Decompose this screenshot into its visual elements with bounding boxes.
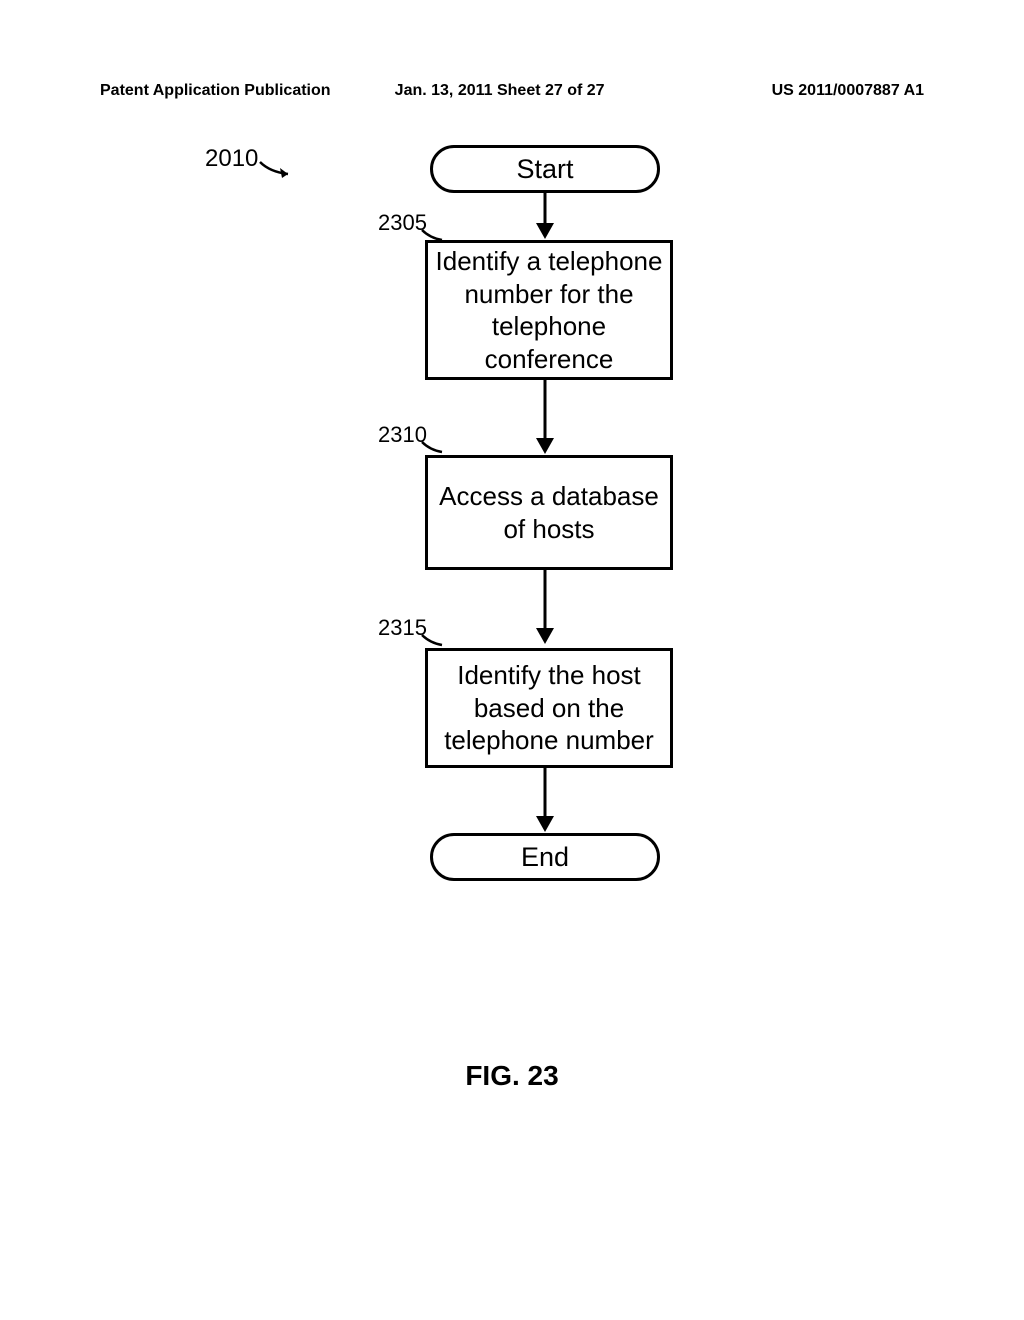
process-step-3: Identify the host based on the telephone… <box>425 648 673 768</box>
terminal-start: Start <box>430 145 660 193</box>
terminal-end: End <box>430 833 660 881</box>
process-step-1: Identify a telephone number for the tele… <box>425 240 673 380</box>
page-header: Patent Application Publication Jan. 13, … <box>0 82 1024 100</box>
step3-label: Identify the host based on the telephone… <box>428 659 670 757</box>
figure-caption: FIG. 23 <box>0 1060 1024 1092</box>
header-left: Patent Application Publication <box>100 82 365 100</box>
step2-label: Access a database of hosts <box>428 480 670 545</box>
header-right: US 2011/0007887 A1 <box>659 82 924 100</box>
header-center: Jan. 13, 2011 Sheet 27 of 27 <box>365 82 660 100</box>
process-step-2: Access a database of hosts <box>425 455 673 570</box>
ref-label-2010: 2010 <box>205 145 258 173</box>
ref-arrow-2010 <box>258 160 298 180</box>
start-label: Start <box>516 154 573 185</box>
end-label: End <box>521 842 569 873</box>
step1-label: Identify a telephone number for the tele… <box>428 245 670 375</box>
